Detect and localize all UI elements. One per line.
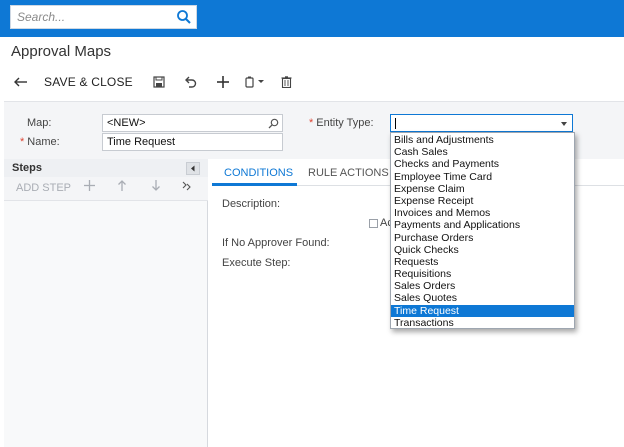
execute-step-label: Execute Step:: [222, 257, 291, 269]
add-button[interactable]: [207, 70, 239, 94]
dropdown-option[interactable]: Transactions: [391, 317, 574, 329]
dropdown-option[interactable]: Sales Quotes: [391, 292, 574, 304]
entity-type-label: * Entity Type:: [309, 117, 374, 129]
magnifier-icon[interactable]: [268, 118, 279, 129]
add-row-button[interactable]: [84, 180, 95, 194]
search-box[interactable]: [10, 5, 197, 29]
dropdown-option[interactable]: Requests: [391, 256, 574, 268]
dropdown-option[interactable]: Quick Checks: [391, 244, 574, 256]
search-icon[interactable]: [176, 9, 192, 25]
entity-type-select[interactable]: [390, 114, 573, 132]
name-label: * Name:: [20, 136, 60, 148]
move-up-button[interactable]: [117, 180, 127, 194]
top-bar: [0, 0, 624, 37]
dropdown-option[interactable]: Bills and Adjustments: [391, 134, 574, 146]
dropdown-option[interactable]: Expense Receipt: [391, 195, 574, 207]
steps-title: Steps: [12, 162, 42, 174]
collapse-left-icon: [191, 165, 195, 172]
dropdown-option[interactable]: Sales Orders: [391, 280, 574, 292]
dropdown-option[interactable]: Cash Sales: [391, 146, 574, 158]
more-options-button[interactable]: [182, 181, 192, 194]
description-label: Description:: [222, 198, 281, 210]
arrow-down-icon: [152, 180, 160, 191]
required-marker: *: [20, 136, 25, 148]
dropdown-option[interactable]: Time Request: [391, 304, 574, 317]
name-field[interactable]: Time Request: [102, 133, 283, 151]
page-title: Approval Maps: [11, 43, 112, 60]
map-label: Map:: [27, 117, 52, 129]
tab-conditions[interactable]: CONDITIONS: [224, 167, 293, 179]
steps-header: Steps: [4, 159, 208, 177]
dropdown-option[interactable]: Expense Claim: [391, 183, 574, 195]
delete-button[interactable]: [271, 70, 303, 94]
double-chevron-right-icon: [182, 181, 191, 191]
move-down-button[interactable]: [151, 180, 161, 194]
undo-button[interactable]: [175, 70, 207, 94]
dropdown-option[interactable]: Checks and Payments: [391, 158, 574, 170]
if-no-approver-label: If No Approver Found:: [222, 237, 330, 249]
map-selector[interactable]: <NEW>: [102, 114, 283, 132]
dropdown-option[interactable]: Employee Time Card: [391, 171, 574, 183]
dropdown-option[interactable]: Payments and Applications: [391, 219, 574, 231]
back-arrow-icon: [14, 77, 27, 87]
undo-icon: [185, 76, 197, 88]
steps-grid[interactable]: [4, 201, 207, 447]
copy-paste-menu-button[interactable]: [239, 70, 271, 94]
save-and-close-button[interactable]: SAVE & CLOSE: [34, 70, 143, 94]
add-step-button[interactable]: ADD STEP: [16, 182, 71, 194]
plus-icon: [216, 76, 229, 88]
dropdown-option[interactable]: Requisitions: [391, 268, 574, 280]
chevron-down-icon[interactable]: [561, 122, 567, 126]
entity-type-options-list: Bills and Adjustments Cash Sales Checks an…: [390, 132, 575, 329]
back-button[interactable]: [8, 70, 34, 94]
steps-toolbar: ADD STEP: [4, 177, 208, 201]
save-icon: [153, 76, 165, 88]
map-value: <NEW>: [107, 117, 146, 129]
search-input[interactable]: [11, 6, 171, 28]
collapse-panel-button[interactable]: [186, 162, 200, 175]
text-caret: [395, 118, 396, 129]
arrow-up-icon: [118, 180, 126, 191]
save-button[interactable]: [143, 70, 175, 94]
trash-icon: [281, 76, 292, 88]
steps-panel: Steps ADD STEP: [4, 159, 208, 447]
active-tab-indicator: [212, 183, 297, 186]
dropdown-option[interactable]: Invoices and Memos: [391, 207, 574, 219]
active-checkbox[interactable]: [369, 219, 378, 228]
plus-icon: [84, 180, 95, 191]
required-marker: *: [309, 117, 314, 129]
toolbar: SAVE & CLOSE: [8, 70, 303, 94]
tab-rule-actions[interactable]: RULE ACTIONS: [308, 167, 389, 179]
copy-icon: [245, 76, 264, 88]
dropdown-option[interactable]: Purchase Orders: [391, 232, 574, 244]
